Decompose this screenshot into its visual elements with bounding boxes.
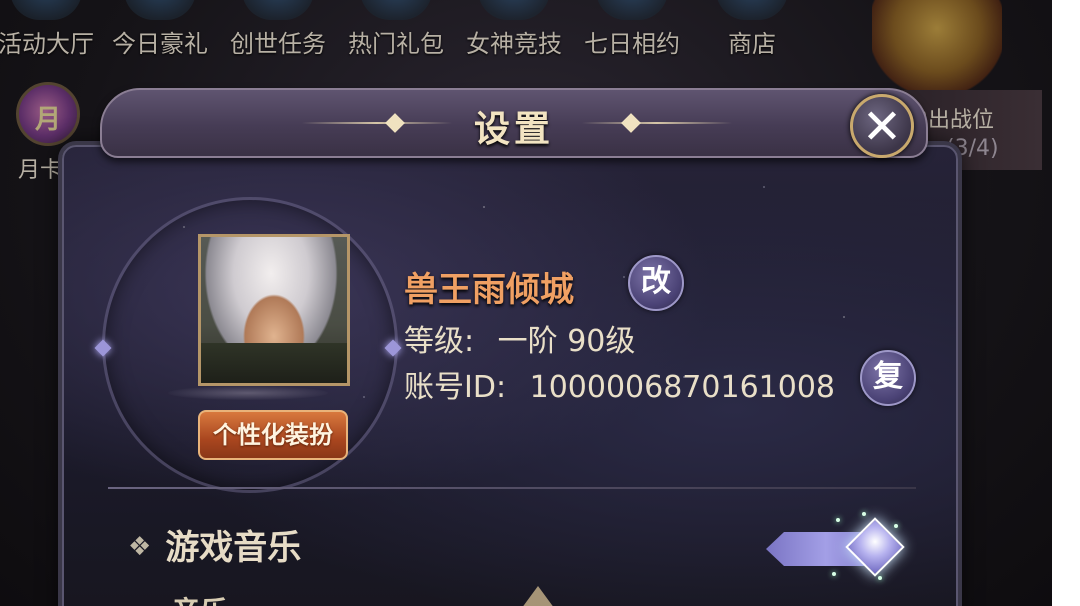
dialog-title-banner: 设置 [100,88,928,158]
menu-item-seven-day[interactable]: 七日相约 [576,0,688,60]
daily-gift-icon [124,0,196,20]
sparkle-icon [836,518,840,522]
game-screen: 活动大厅 今日豪礼 创世任务 热门礼包 女神竞技 七日相约 商店 月 月卡 第3… [0,0,1052,606]
account-id-value: 1000006870161008 [529,370,835,405]
copy-id-button[interactable]: 复 [860,350,916,406]
menu-item-shop[interactable]: 商店 [712,0,792,60]
section-title-text: 游戏音乐 [165,528,302,568]
level-row: 等级: 一阶 90级 [404,316,635,360]
sparkle-icon [878,576,882,580]
diamond-bullet-icon: ❖ [128,532,152,562]
activity-hall-icon [10,0,82,20]
avatar-portrait [201,343,347,383]
player-avatar[interactable] [198,234,350,386]
menu-item-goddess-arena[interactable]: 女神竞技 [458,0,570,60]
section-divider [108,487,916,489]
rename-button[interactable]: 改 [628,255,684,311]
menu-item-label: 今日豪礼 [112,30,208,58]
top-menu-bar: 活动大厅 今日豪礼 创世任务 热门礼包 女神竞技 七日相约 商店 [0,0,800,60]
account-row: 账号ID: 1000006870161008 [404,362,835,406]
menu-item-hot-packs[interactable]: 热门礼包 [340,0,452,60]
month-card-label: 月卡 [18,158,63,183]
seven-day-icon [596,0,668,20]
game-music-section-title: ❖ 游戏音乐 [128,520,301,569]
menu-item-label: 热门礼包 [348,30,444,58]
goddess-arena-icon [478,0,550,20]
moon-icon: 月 [16,82,80,146]
menu-item-label: 创世任务 [230,30,326,58]
menu-item-label: 女神竞技 [466,30,562,58]
hot-packs-icon [360,0,432,20]
avatar-pedestal [168,386,328,400]
account-id-label: 账号ID: [404,370,507,405]
dialog-title: 设置 [473,109,554,150]
menu-item-label: 七日相约 [584,30,680,58]
close-button[interactable]: ✕ [850,94,914,158]
game-music-toggle[interactable] [766,512,910,580]
sparkle-icon [894,524,898,528]
menu-item-genesis-quest[interactable]: 创世任务 [222,0,334,60]
menu-item-label: 商店 [728,30,776,58]
menu-item-label: 活动大厅 [0,30,94,58]
level-value: 一阶 90级 [497,324,636,359]
close-icon: ✕ [861,99,903,155]
player-name: 兽王雨倾城 [404,270,574,310]
genesis-quest-icon [242,0,314,20]
sparkle-icon [832,572,836,576]
rank-emblem-icon[interactable] [872,0,1002,100]
sparkle-icon [862,512,866,516]
menu-item-activity-hall[interactable]: 活动大厅 [0,0,96,60]
level-label: 等级: [404,324,475,359]
shop-icon [716,0,788,20]
music-setting-label: 音乐 [172,590,228,606]
menu-item-daily-gift[interactable]: 今日豪礼 [104,0,216,60]
personalize-outfit-button[interactable]: 个性化装扮 [198,410,348,460]
